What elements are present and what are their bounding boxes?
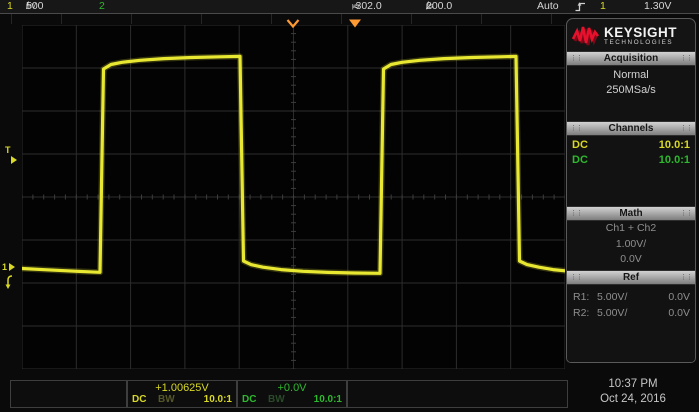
time-display: 10:37 PM [570, 377, 696, 392]
per-div-slash: / [26, 0, 29, 13]
ch2-number-badge[interactable]: 2 [99, 0, 105, 13]
ch2-coupling-label: DC [242, 394, 256, 406]
ch1-ground-marker-label[interactable]: 1 [2, 263, 7, 272]
top-status-bar: 1 500mV/ 2 -302.0µs 200.0µs/ Auto 1 1.30… [0, 0, 699, 14]
ch2-offset-value: +0.0V [238, 381, 346, 394]
keysight-zigzag-icon [572, 24, 600, 48]
ch2-bw-limit-label: BW [268, 394, 285, 406]
section-header-channels[interactable]: ⋮⋮ Channels ⋮⋮ [567, 121, 695, 136]
trigger-level-marker-label[interactable]: T [5, 146, 11, 155]
ch1-number-badge[interactable]: 1 [7, 0, 13, 13]
ref2-offset: 0.0V [668, 305, 690, 321]
ch1-bw-limit-label: BW [158, 394, 175, 406]
waveform-graticule [22, 25, 565, 369]
grip-icon: ⋮⋮ [570, 122, 582, 135]
ref2-label: R2: [573, 305, 589, 321]
sample-rate: 250MSa/s [567, 83, 695, 98]
acquisition-content: Normal 250MSa/s [567, 66, 695, 121]
ref1-scale: 5.00V/ [597, 289, 627, 305]
trigger-level-indicator[interactable]: 1.30V [644, 0, 671, 13]
trigger-source-badge[interactable]: 1 [600, 0, 606, 13]
section-header-math[interactable]: ⋮⋮ Math ⋮⋮ [567, 206, 695, 221]
ch2-probe-ratio: 10.0:1 [659, 153, 690, 168]
bottom-empty-box-left [10, 380, 127, 408]
ch1-probe-ratio: 10.0:1 [659, 138, 690, 153]
grip-icon: ⋮⋮ [680, 122, 692, 135]
ref-content: R1: 5.00V/ 0.0V R2: 5.00V/ 0.0V [567, 285, 695, 362]
ch1-coupling-label: DC [132, 394, 146, 406]
section-header-ref[interactable]: ⋮⋮ Ref ⋮⋮ [567, 270, 695, 285]
trigger-mode-indicator[interactable]: Auto [537, 0, 559, 13]
brand-subtitle: TECHNOLOGIES [604, 39, 677, 46]
math-function[interactable]: Ch1 + Ch2 [567, 221, 695, 237]
ch1-ground-marker-arrow-icon[interactable] [9, 263, 15, 271]
per-div-slash: / [426, 0, 429, 13]
delay-unit: µs [352, 0, 359, 13]
section-title: Math [619, 208, 642, 219]
channel2-row[interactable]: DC 10.0:1 [567, 153, 695, 168]
ch1-ground-symbol-icon [4, 275, 16, 295]
math-content: Ch1 + Ch2 1.00V/ 0.0V [567, 221, 695, 270]
grip-icon: ⋮⋮ [570, 207, 582, 220]
channels-content: DC 10.0:1 DC 10.0:1 [567, 136, 695, 206]
ch2-probe-label: 10.0:1 [314, 394, 342, 406]
ch2-status-box[interactable]: +0.0V DC BW 10.0:1 [237, 380, 347, 408]
grip-icon: ⋮⋮ [570, 52, 582, 65]
section-header-acquisition[interactable]: ⋮⋮ Acquisition ⋮⋮ [567, 51, 695, 66]
ref2-scale: 5.00V/ [597, 305, 627, 321]
ch1-probe-label: 10.0:1 [204, 394, 232, 406]
oscilloscope-screen: 1 500mV/ 2 -302.0µs 200.0µs/ Auto 1 1.30… [0, 0, 699, 412]
grip-icon: ⋮⋮ [680, 271, 692, 284]
ch2-coupling: DC [572, 153, 588, 168]
brand-logo: KEYSIGHT TECHNOLOGIES [567, 19, 695, 51]
ch1-offset-value: +1.00625V [128, 381, 236, 394]
acquisition-mode: Normal [567, 68, 695, 83]
ref2-row[interactable]: R2: 5.00V/ 0.0V [567, 305, 695, 321]
time-reference-marker-icon[interactable] [286, 15, 300, 33]
brand-name: KEYSIGHT [604, 26, 677, 39]
ref1-offset: 0.0V [668, 289, 690, 305]
math-offset: 0.0V [567, 252, 695, 268]
sidebar-panel: KEYSIGHT TECHNOLOGIES ⋮⋮ Acquisition ⋮⋮ … [566, 18, 696, 363]
channel1-waveform [22, 25, 565, 369]
ch1-status-box[interactable]: +1.00625V DC BW 10.0:1 [127, 380, 237, 408]
clock: 10:37 PM Oct 24, 2016 [570, 377, 696, 407]
grip-icon: ⋮⋮ [680, 52, 692, 65]
section-title: Ref [623, 272, 639, 283]
ref1-label: R1: [573, 289, 589, 305]
ch1-coupling: DC [572, 138, 588, 153]
grip-icon: ⋮⋮ [680, 207, 692, 220]
channel1-row[interactable]: DC 10.0:1 [567, 138, 695, 153]
ref1-row[interactable]: R1: 5.00V/ 0.0V [567, 289, 695, 305]
section-title: Acquisition [604, 53, 658, 64]
grip-icon: ⋮⋮ [570, 271, 582, 284]
date-display: Oct 24, 2016 [570, 392, 696, 407]
trigger-position-marker-icon[interactable] [348, 15, 362, 33]
math-scale: 1.00V/ [567, 237, 695, 253]
trigger-level-marker-arrow-icon[interactable] [11, 156, 17, 164]
trigger-edge-icon [575, 1, 586, 16]
section-title: Channels [608, 123, 653, 134]
bottom-empty-box-right [347, 380, 568, 408]
